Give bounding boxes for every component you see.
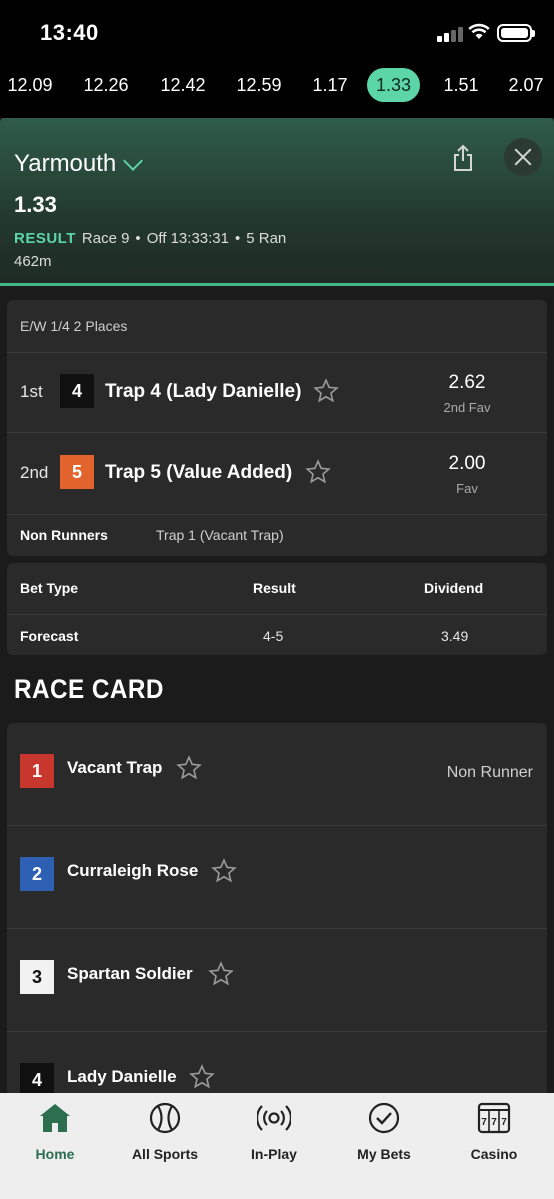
trap-3-badge: 3: [20, 960, 54, 994]
runner-name: Lady Danielle: [67, 1067, 177, 1086]
trap-1-badge: 1: [20, 754, 54, 788]
runner-name: Trap 5 (Value Added): [105, 462, 293, 483]
svg-text:7: 7: [501, 1117, 507, 1128]
nav-label: In-Play: [251, 1146, 297, 1162]
each-way-terms: E/W 1/4 2 Places: [20, 318, 128, 334]
slot-machine-icon: 7 7 7: [477, 1102, 511, 1134]
venue-name: Yarmouth: [14, 150, 117, 177]
favourite-label: Fav: [456, 481, 478, 496]
star-icon[interactable]: [176, 755, 202, 781]
runner-name: Curraleigh Rose: [67, 861, 199, 880]
list-item[interactable]: 4 Lady Danielle: [7, 1032, 547, 1093]
nav-label: My Bets: [357, 1146, 411, 1162]
runner-name: Vacant Trap: [67, 758, 163, 777]
status-time: 13:40: [40, 20, 99, 45]
trap-5-badge: 5: [60, 455, 94, 489]
odds-value: 2.62: [448, 372, 486, 393]
svg-text:7: 7: [481, 1117, 487, 1128]
nav-label: Casino: [470, 1146, 518, 1162]
runner-status: Non Runner: [446, 764, 533, 781]
bet-result-table: Bet Type Result Dividend Forecast 4-5 3.…: [7, 563, 547, 655]
runner-name: Trap 4 (Lady Danielle): [105, 381, 302, 402]
place-position: 1st: [20, 382, 43, 401]
list-item[interactable]: 1 Vacant Trap Non Runner: [7, 723, 547, 826]
divider: [7, 514, 547, 515]
result-label: RESULT: [14, 230, 76, 247]
race-times-strip: 12.09 12.26 12.42 12.59 1.17 1.33 1.51 2…: [0, 60, 554, 118]
runner-name: Spartan Soldier: [67, 964, 193, 983]
broadcast-icon: [255, 1105, 293, 1131]
cellular-signal-icon: [437, 26, 463, 42]
wifi-icon: [468, 23, 490, 39]
nav-all-sports[interactable]: All Sports: [110, 1101, 220, 1162]
table-cell: Forecast: [20, 628, 79, 644]
nav-label: All Sports: [131, 1146, 199, 1162]
nav-my-bets[interactable]: My Bets: [329, 1101, 439, 1162]
result-card: E/W 1/4 2 Places 1st 4 Trap 4 (Lady Dani…: [7, 300, 547, 556]
result-row-2nd: 2nd 5 Trap 5 (Value Added) 2.00 Fav: [7, 433, 547, 513]
race-time-tab[interactable]: 1.17: [305, 68, 355, 102]
race-card-title: RACE CARD: [14, 674, 164, 704]
non-runners-label: Non Runners: [20, 527, 108, 543]
table-header: Dividend: [424, 580, 484, 596]
star-icon[interactable]: [208, 961, 234, 987]
list-item[interactable]: 2 Curraleigh Rose: [7, 826, 547, 929]
trap-4-badge: 4: [20, 1063, 54, 1093]
home-icon: [40, 1104, 70, 1132]
venue-selector[interactable]: Yarmouth: [14, 150, 144, 178]
share-icon[interactable]: [451, 144, 475, 172]
svg-text:7: 7: [491, 1117, 497, 1128]
race-time-tab[interactable]: 2.07: [500, 68, 552, 102]
chevron-down-icon: [123, 151, 144, 171]
nav-in-play[interactable]: In-Play: [219, 1101, 329, 1162]
race-distance: 462m: [14, 253, 52, 270]
odds-value: 2.00: [448, 453, 486, 474]
race-time-title: 1.33: [14, 192, 57, 217]
star-icon[interactable]: [211, 858, 237, 884]
status-bar: 13:40: [0, 0, 554, 60]
table-cell: 4-5: [263, 628, 284, 644]
nav-home[interactable]: Home: [0, 1101, 110, 1162]
star-icon[interactable]: [189, 1064, 215, 1090]
favourite-label: 2nd Fav: [443, 400, 491, 415]
race-meta: RESULT Race 9 • Off 13:33:31 • 5 Ran: [14, 230, 286, 247]
race-header: Yarmouth 1.33 RESULT Race 9 • Off 13:33:…: [0, 118, 554, 286]
star-icon[interactable]: [305, 459, 331, 485]
meta-separator: •: [135, 230, 141, 247]
runner-count: 5 Ran: [246, 230, 287, 247]
close-button[interactable]: [504, 138, 542, 176]
check-circle-icon: [368, 1102, 400, 1134]
result-row-1st: 1st 4 Trap 4 (Lady Danielle) 2.62 2nd Fa…: [7, 352, 547, 432]
race-time-tab[interactable]: 12.59: [229, 68, 289, 102]
table-header: Bet Type: [20, 580, 79, 596]
place-position: 2nd: [20, 463, 49, 482]
star-icon[interactable]: [313, 378, 339, 404]
ball-icon: [149, 1102, 181, 1134]
table-cell: 3.49: [441, 628, 469, 644]
battery-icon: [497, 24, 535, 42]
meta-separator: •: [234, 230, 241, 247]
nav-label: Home: [35, 1146, 75, 1162]
race-time-tab[interactable]: 12.09: [0, 68, 60, 102]
race-time-tab[interactable]: 12.42: [153, 68, 213, 102]
trap-4-badge: 4: [60, 374, 94, 408]
nav-casino[interactable]: 7 7 7 Casino: [439, 1101, 549, 1162]
bottom-navigation: Home All Sports In-Play My Bets 7 7 7 Ca…: [0, 1093, 554, 1199]
divider: [7, 614, 547, 615]
list-item[interactable]: 3 Spartan Soldier: [7, 929, 547, 1032]
non-runners-value: Trap 1 (Vacant Trap): [156, 527, 284, 543]
off-time: Off 13:33:31: [146, 230, 229, 247]
race-card-list: 1 Vacant Trap Non Runner 2 Curraleigh Ro…: [7, 723, 547, 1093]
race-time-tab[interactable]: 12.26: [76, 68, 136, 102]
race-number: Race 9: [81, 230, 130, 247]
table-header: Result: [253, 580, 296, 596]
trap-2-badge: 2: [20, 857, 54, 891]
race-time-tab[interactable]: 1.51: [436, 68, 486, 102]
race-time-tab-active[interactable]: 1.33: [367, 68, 420, 102]
